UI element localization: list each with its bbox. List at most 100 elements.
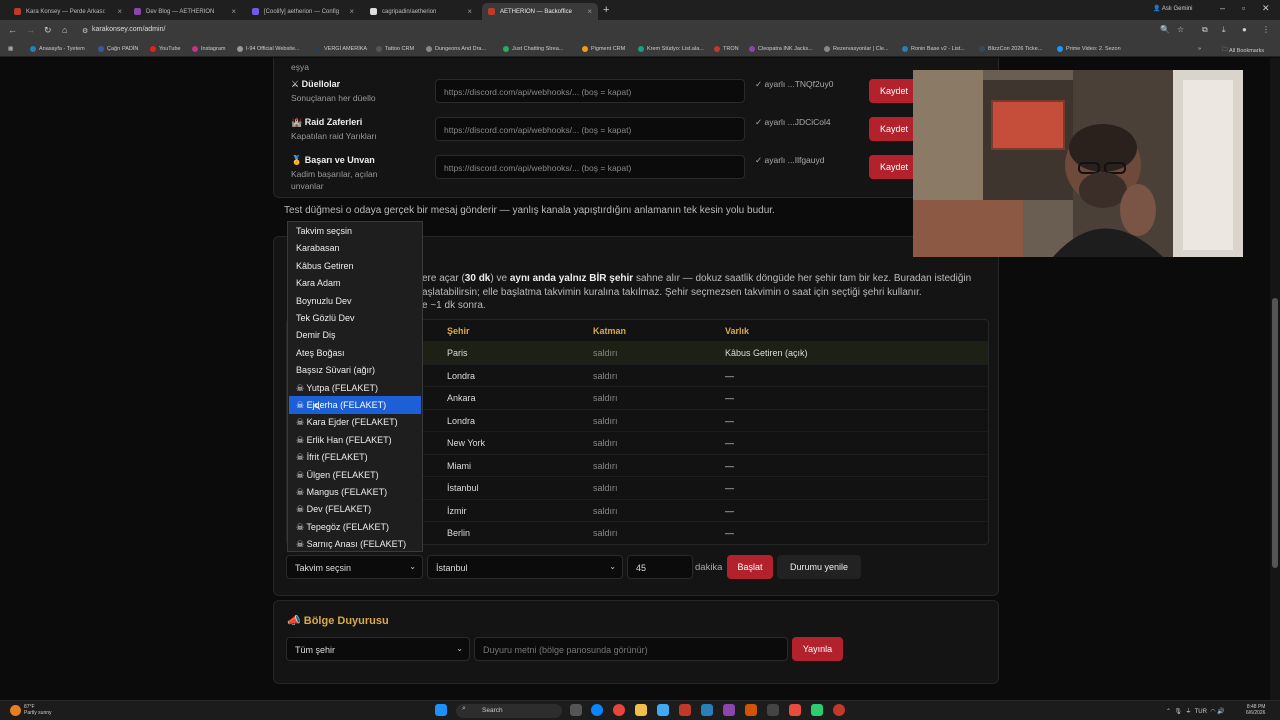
- app-icon[interactable]: [789, 704, 801, 716]
- reload-icon[interactable]: ↻: [44, 25, 52, 36]
- browser-tab[interactable]: cagripadin/aetherion ×: [364, 3, 478, 20]
- dropdown-option[interactable]: Demir Diş: [289, 326, 421, 344]
- bookmark-item[interactable]: Tattoo CRM: [376, 46, 414, 52]
- bookmarks-overflow-icon[interactable]: »: [1198, 46, 1201, 52]
- profile-button[interactable]: 👤 Aslı Gemini: [1153, 5, 1193, 12]
- minimize-icon[interactable]: –: [1220, 3, 1225, 13]
- app-icon[interactable]: [745, 704, 757, 716]
- webhook-url-input[interactable]: https://discord.com/api/webhooks/... (bo…: [435, 155, 745, 179]
- save-button[interactable]: Kaydet: [869, 117, 919, 141]
- scrollbar-thumb[interactable]: [1272, 298, 1278, 568]
- app-icon[interactable]: [657, 704, 669, 716]
- close-icon[interactable]: ×: [231, 7, 236, 16]
- task-view-icon[interactable]: [570, 704, 582, 716]
- close-icon[interactable]: ×: [117, 7, 122, 16]
- city-select[interactable]: İstanbul ⌄: [427, 555, 623, 579]
- schedule-select[interactable]: Takvim seçsin ⌄: [286, 555, 423, 579]
- bookmark-item[interactable]: Dungeons And Dra...: [426, 46, 486, 52]
- bookmark-item[interactable]: Anasayfa - Tyetem: [30, 46, 85, 52]
- menu-icon[interactable]: ⋮: [1262, 25, 1270, 34]
- taskbar-search[interactable]: Search: [456, 704, 562, 718]
- maximize-icon[interactable]: ▫: [1242, 3, 1245, 13]
- bookmark-item[interactable]: Cleopatra INK Jacks...: [749, 46, 813, 52]
- account-icon[interactable]: ●: [1242, 25, 1247, 34]
- dropdown-option[interactable]: ☠ Dev (FELAKET): [289, 500, 421, 518]
- dropdown-option[interactable]: Boynuzlu Dev: [289, 292, 421, 310]
- bookmark-item[interactable]: Krem Stüdyo: List.ala...: [638, 46, 704, 52]
- dropdown-option[interactable]: Başsız Süvari (ağır): [289, 361, 421, 379]
- all-bookmarks[interactable]: 🗀 All Bookmarks: [1222, 46, 1264, 55]
- weather-widget[interactable]: 87°F Partly sunny: [24, 704, 52, 716]
- app-icon[interactable]: [701, 704, 713, 716]
- webhook-url-input[interactable]: https://discord.com/api/webhooks/... (bo…: [435, 117, 745, 141]
- dropdown-option[interactable]: ☠ Mangus (FELAKET): [289, 483, 421, 501]
- new-tab-icon[interactable]: +: [603, 4, 609, 16]
- dropdown-option[interactable]: Kâbus Getiren: [289, 257, 421, 275]
- bookmark-item[interactable]: Ronin Base v2 - List...: [902, 46, 965, 52]
- bookmark-item[interactable]: I-94 Official Website...: [237, 46, 300, 52]
- close-icon[interactable]: ×: [349, 7, 354, 16]
- scope-select[interactable]: Tüm şehir ⌄: [286, 637, 470, 661]
- minutes-input[interactable]: 45: [627, 555, 693, 579]
- dropdown-option[interactable]: ☠ Yutpa (FELAKET): [289, 379, 421, 397]
- close-icon[interactable]: ×: [587, 7, 592, 16]
- extensions-icon[interactable]: ⧉: [1202, 25, 1208, 35]
- url-input[interactable]: karakonsey.com/admin/: [92, 26, 165, 33]
- dropdown-option[interactable]: ☠ Ülgen (FELAKET): [289, 466, 421, 484]
- close-icon[interactable]: ×: [467, 7, 472, 16]
- bookmark-item[interactable]: TRON: [714, 46, 739, 52]
- home-icon[interactable]: ⌂: [62, 25, 67, 35]
- download-icon[interactable]: ⤓: [1222, 25, 1226, 35]
- edge-icon[interactable]: [591, 704, 603, 716]
- bookmark-item[interactable]: Instagram: [192, 46, 225, 52]
- app-icon[interactable]: [833, 704, 845, 716]
- bookmark-item[interactable]: Pigment CRM: [582, 46, 625, 52]
- browser-tab[interactable]: [Coolify] aetherion — Config ×: [246, 3, 360, 20]
- wifi-icon[interactable]: ◠: [1210, 709, 1215, 715]
- windows-start-icon[interactable]: [435, 704, 447, 716]
- language-indicator[interactable]: TUR: [1195, 709, 1207, 715]
- apps-icon[interactable]: ▦: [8, 46, 13, 52]
- save-button[interactable]: Kaydet: [869, 155, 919, 179]
- back-icon[interactable]: ←: [8, 25, 17, 35]
- refresh-status-button[interactable]: Durumu yenile: [777, 555, 861, 579]
- window-close-icon[interactable]: ✕: [1262, 3, 1270, 14]
- volume-icon[interactable]: 🔊: [1217, 709, 1224, 715]
- forward-icon[interactable]: →: [26, 25, 35, 35]
- start-button[interactable]: Başlat: [727, 555, 773, 579]
- app-icon[interactable]: [679, 704, 691, 716]
- system-clock[interactable]: 8:48 PM 6/6/2026: [1246, 704, 1265, 716]
- dropdown-option[interactable]: Kara Adam: [289, 274, 421, 292]
- dropdown-option-highlighted[interactable]: ☠ Ejderha (FELAKET): [289, 396, 421, 414]
- dropdown-option[interactable]: ☠ İfrit (FELAKET): [289, 448, 421, 466]
- dropdown-option[interactable]: ☠ Tepegöz (FELAKET): [289, 518, 421, 536]
- save-button[interactable]: Kaydet: [869, 79, 919, 103]
- tray-chevron-icon[interactable]: ⌃: [1166, 709, 1171, 715]
- bookmark-item[interactable]: Prime Video: 2. Sezon: [1057, 46, 1121, 52]
- dropdown-option[interactable]: Tek Gözlü Dev: [289, 309, 421, 327]
- chrome-icon[interactable]: [613, 704, 625, 716]
- browser-tab[interactable]: Dev Blog — AETHERION ×: [128, 3, 242, 20]
- dropdown-option[interactable]: ☠ Sarnıç Anası (FELAKET): [289, 535, 421, 551]
- bookmark-item[interactable]: Rezervasyonlar | Cle...: [824, 46, 889, 52]
- app-icon[interactable]: [767, 704, 779, 716]
- browser-tab-active[interactable]: AETHERION — Backoffice ×: [482, 3, 598, 20]
- zoom-icon[interactable]: 🔍: [1160, 25, 1170, 34]
- dropdown-option[interactable]: Takvim seçsin: [289, 222, 421, 240]
- bookmark-item[interactable]: Çağrı PADİN: [98, 46, 138, 52]
- page-scrollbar[interactable]: [1270, 58, 1280, 700]
- announcement-text-input[interactable]: Duyuru metni (bölge panosunda görünür): [474, 637, 788, 661]
- browser-tab[interactable]: Kara Konsey — Perde Arkası: ×: [8, 3, 128, 20]
- app-icon[interactable]: [723, 704, 735, 716]
- bookmark-item[interactable]: BlizzCon 2026 Ticke...: [979, 46, 1042, 52]
- microphone-icon[interactable]: 🎙: [1174, 709, 1182, 715]
- dropdown-option[interactable]: Karabasan: [289, 239, 421, 257]
- file-explorer-icon[interactable]: [635, 704, 647, 716]
- app-icon[interactable]: [811, 704, 823, 716]
- bookmark-item[interactable]: Just Chatting Strea...: [503, 46, 563, 52]
- dropdown-option[interactable]: ☠ Kara Ejder (FELAKET): [289, 413, 421, 431]
- publish-button[interactable]: Yayınla: [792, 637, 843, 661]
- webhook-url-input[interactable]: https://discord.com/api/webhooks/... (bo…: [435, 79, 745, 103]
- usb-icon[interactable]: ⏚: [1185, 709, 1191, 715]
- site-info-icon[interactable]: ⚙: [82, 27, 88, 35]
